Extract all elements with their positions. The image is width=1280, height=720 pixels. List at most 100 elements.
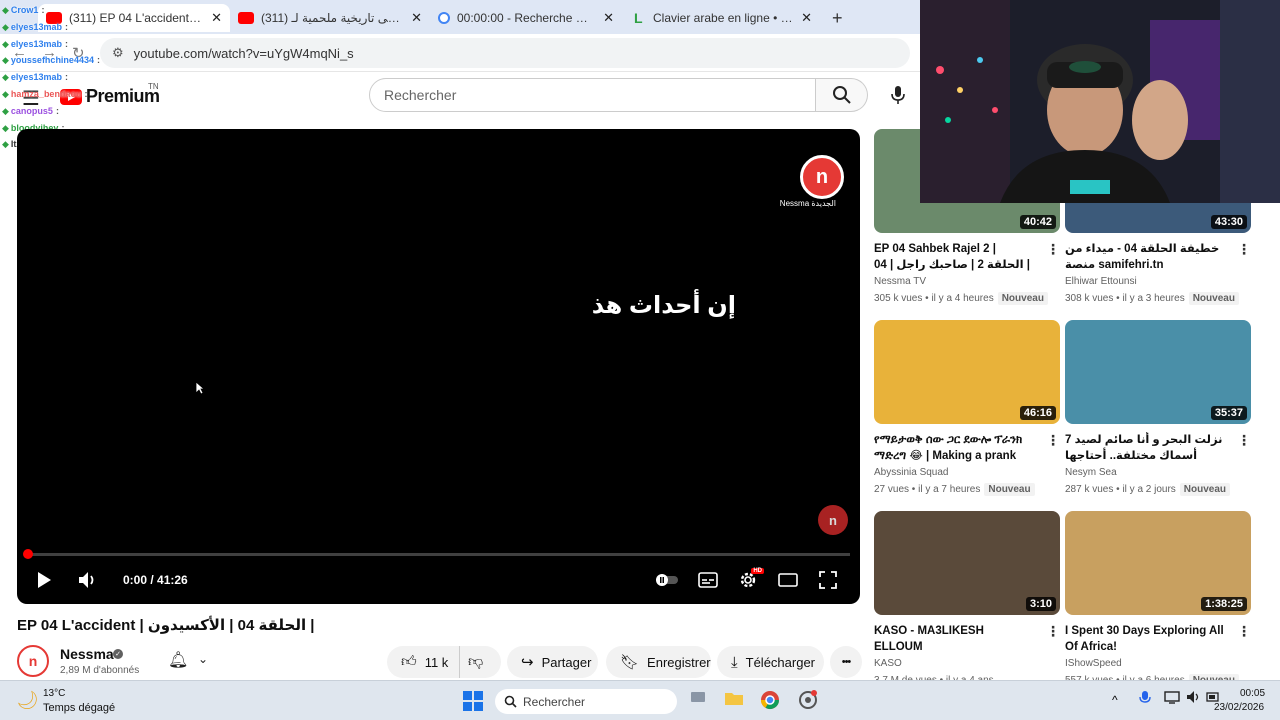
upload-age: il y a 7 heures xyxy=(918,484,981,495)
fullscreen-button[interactable] xyxy=(815,567,841,593)
view-count: 308 k vues xyxy=(1065,293,1114,304)
settings-button[interactable]: HD xyxy=(735,567,764,593)
video-card-channel[interactable]: Elhiwar Ettounsi xyxy=(1065,276,1137,287)
video-title: EP 04 L'accident | الحلقة 04 | الأكسيدون… xyxy=(17,617,315,634)
tab-title: Clavier arabe en ligne • Lexilogos xyxy=(653,11,794,25)
more-options-icon[interactable]: ⋮ xyxy=(1046,623,1060,640)
dislike-button[interactable]: 👎︎ xyxy=(459,646,501,678)
tab-google-search[interactable]: 00:00:00 - Recherche Google ✕ xyxy=(430,4,622,32)
verified-check-icon: ✓ xyxy=(113,649,123,659)
thumbs-up-icon: 👍︎ xyxy=(401,653,417,670)
weather-temperature[interactable]: 13°C xyxy=(43,688,65,699)
chrome-icon[interactable] xyxy=(760,690,780,715)
channel-name: Nesym Sea xyxy=(1065,467,1117,478)
play-button[interactable] xyxy=(31,567,57,593)
more-options-icon[interactable]: ⋮ xyxy=(1237,241,1251,258)
recommended-video-card[interactable]: 1:38:25 I Spent 30 Days Exploring All Of … xyxy=(1065,511,1251,691)
speaker-icon[interactable] xyxy=(1186,690,1202,709)
video-card-channel[interactable]: IShowSpeed xyxy=(1065,658,1122,669)
clock-date[interactable]: 23/02/2026 xyxy=(1214,702,1264,713)
autoplay-toggle-icon xyxy=(656,574,678,586)
search-input[interactable]: Rechercher xyxy=(369,78,816,112)
video-card-title[interactable]: የማይታወቅ ሰው ጋር ደውሎ ፕራንክ ማድረግ 😂 | Making a … xyxy=(874,432,1034,466)
notification-bell-icon[interactable]: 🔔︎ xyxy=(168,650,188,670)
video-player[interactable]: n Nessma الجديدة إن أحداث هذ n 0:00 / 41… xyxy=(17,129,860,604)
close-tab-icon[interactable]: ✕ xyxy=(211,10,222,26)
chevron-down-icon[interactable]: ⌄ xyxy=(198,652,208,666)
chat-username: youssefhchine4434 xyxy=(10,55,94,66)
theater-mode-button[interactable] xyxy=(775,567,801,593)
video-card-channel[interactable]: Nessma TV xyxy=(874,276,926,287)
subtitles-button[interactable] xyxy=(695,567,721,593)
chat-message: ◆ Crow1: xyxy=(2,2,192,19)
video-duration: 40:42 xyxy=(1019,215,1056,229)
video-card-channel[interactable]: KASO xyxy=(874,658,902,669)
video-subtitle: إن أحداث هذ xyxy=(591,292,736,319)
task-view-icon[interactable] xyxy=(690,690,706,709)
progress-scrubber[interactable] xyxy=(23,549,33,559)
tab-lexilogos[interactable]: L Clavier arabe en ligne • Lexilogos ✕ xyxy=(626,4,820,32)
chat-username: elyes13mab xyxy=(10,21,62,32)
video-card-title[interactable]: نزلت البحر و أنا صائم لصيد 7 أسماك مختلف… xyxy=(1065,432,1225,466)
recommended-video-card[interactable]: 3:10KASO - MA3LIKESH ELLOUM⋮KASO3,7 M de… xyxy=(874,511,1060,691)
voice-search-button[interactable] xyxy=(880,79,916,111)
more-options-icon[interactable]: ⋮ xyxy=(1046,241,1060,258)
tab-title: (311) موسيقى تاريخية ملحمية لـ xyxy=(261,11,403,25)
chat-separator: : xyxy=(41,5,45,15)
mouse-cursor-icon xyxy=(195,381,205,395)
video-card-title[interactable]: EP 04 Sahbek Rajel 2 | الحلقة 2 | صاحبك … xyxy=(874,241,1034,273)
video-card-title[interactable]: KASO - MA3LIKESH ELLOUM xyxy=(874,623,1034,655)
close-tab-icon[interactable]: ✕ xyxy=(411,10,422,26)
chrome-alt-icon[interactable] xyxy=(798,690,818,715)
download-button[interactable]: ⤓ Télécharger xyxy=(717,646,824,678)
video-thumbnail[interactable]: 1:38:25 xyxy=(1065,511,1251,615)
video-card-meta: 287 k vues • il y a 2 jours Nouveau xyxy=(1065,483,1231,496)
mic-icon[interactable] xyxy=(1139,690,1151,711)
chat-separator: : xyxy=(64,21,68,32)
recommended-video-card[interactable]: 46:16 የማይታወቅ ሰው ጋር ደውሎ ፕራንክ ማድረግ 😂 | Maki… xyxy=(874,320,1060,500)
video-card-title[interactable]: I Spent 30 Days Exploring All Of Africa! xyxy=(1065,623,1225,655)
clock-time[interactable]: 00:05 xyxy=(1240,688,1265,699)
autoplay-toggle[interactable] xyxy=(653,567,681,593)
weather-description[interactable]: Temps dégagé xyxy=(43,702,115,714)
windows-start-icon[interactable] xyxy=(463,691,483,711)
video-duration: 43:30 xyxy=(1210,215,1247,229)
tab-youtube-music[interactable]: (311) موسيقى تاريخية ملحمية لـ ✕ xyxy=(230,4,430,32)
wifi-icon[interactable] xyxy=(1164,690,1180,709)
chevron-up-icon[interactable]: ^ xyxy=(1112,693,1118,707)
search-button[interactable] xyxy=(816,78,868,112)
more-options-icon[interactable]: ⋮ xyxy=(1237,623,1251,640)
channel-name[interactable]: Nessma xyxy=(60,646,114,662)
video-thumbnail[interactable]: 35:37 xyxy=(1065,320,1251,424)
more-actions-button[interactable]: ••• xyxy=(830,646,862,678)
channel-avatar[interactable]: n xyxy=(17,645,49,677)
chat-badge-icon: ◆ xyxy=(2,55,9,66)
save-button[interactable]: 🔖︎ Enregistrer xyxy=(606,646,711,678)
volume-button[interactable] xyxy=(74,567,102,593)
more-options-icon[interactable]: ⋮ xyxy=(1046,432,1060,449)
url-field[interactable]: ⚙ youtube.com/watch?v=uYgW4mqNi_s xyxy=(100,38,910,68)
channel-name: Nessma TV xyxy=(874,276,927,287)
like-button[interactable]: 👍︎ 11 k xyxy=(387,646,459,678)
share-button[interactable]: ↪ Partager xyxy=(507,646,598,678)
video-thumbnail[interactable]: 3:10 xyxy=(874,511,1060,615)
progress-bar[interactable] xyxy=(27,553,850,556)
save-label: Enregistrer xyxy=(647,654,711,670)
video-duration: 1:38:25 xyxy=(1201,597,1247,611)
taskbar-search-input[interactable]: Rechercher xyxy=(495,689,677,714)
google-favicon-icon xyxy=(438,12,450,24)
video-thumbnail[interactable]: 46:16 xyxy=(874,320,1060,424)
video-card-title[interactable]: خطيفة الحلقة 04 - ميداء من منصة samifehr… xyxy=(1065,241,1225,273)
video-card-channel[interactable]: Nesym Sea xyxy=(1065,467,1117,478)
video-card-channel[interactable]: Abyssinia Squad xyxy=(874,467,949,478)
channel-name: IShowSpeed xyxy=(1065,658,1122,669)
file-explorer-icon[interactable] xyxy=(724,690,744,711)
weather-moon-icon[interactable]: 🌙︎ xyxy=(16,690,39,711)
new-tab-button[interactable]: + xyxy=(832,8,843,29)
download-label: Télécharger xyxy=(745,654,816,670)
recommended-video-card[interactable]: 35:37 نزلت البحر و أنا صائم لصيد 7 أسماك … xyxy=(1065,320,1251,500)
close-tab-icon[interactable]: ✕ xyxy=(603,10,614,26)
close-tab-icon[interactable]: ✕ xyxy=(801,10,812,26)
more-options-icon[interactable]: ⋮ xyxy=(1237,432,1251,449)
hd-badge: HD xyxy=(751,568,764,574)
